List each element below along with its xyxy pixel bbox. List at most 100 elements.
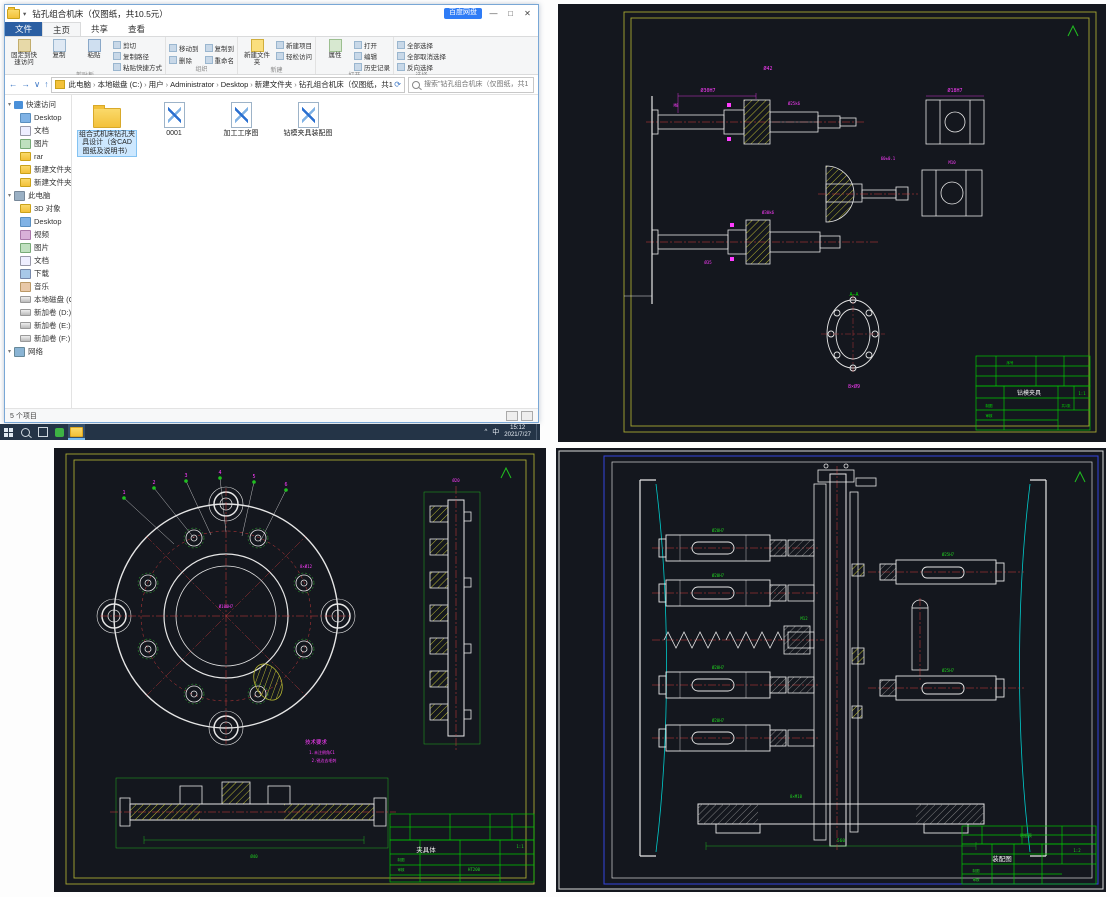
file-item[interactable]: 加工工序图 [211, 102, 271, 157]
sidebar-item[interactable]: rar [5, 150, 71, 163]
cad-annotation-text: 装配图 [992, 854, 1012, 863]
edit-button[interactable]: 编辑 [354, 51, 390, 61]
file-item[interactable]: 钻模夹具装配图 [278, 102, 338, 157]
cad-annotation-text: Ø25H7 [942, 668, 955, 673]
search-box[interactable] [408, 76, 534, 93]
sidebar-item[interactable]: 图片 [5, 241, 71, 254]
sidebar-item-icon [20, 178, 31, 187]
sidebar-item[interactable]: 网络 [5, 345, 71, 358]
breadcrumb-item[interactable]: Desktop › [221, 79, 255, 90]
paste-shortcut-button[interactable]: 粘贴快捷方式 [113, 62, 162, 72]
cad-annotation-text: 制图 [398, 857, 406, 862]
ribbon-tab[interactable]: 查看 [118, 22, 155, 36]
sidebar-item[interactable]: 文档 [5, 254, 71, 267]
cad-drawing-assembly: Ø20H7 Ø20H7 M12 Ø25H7 Ø25H7 Ø20H7 Ø20H7 8×M10 56… [556, 448, 1106, 892]
refresh-icon[interactable]: ⟳ [394, 80, 401, 89]
side-view [423, 486, 481, 750]
qat-menu-icon[interactable]: ▾ [23, 10, 26, 18]
window-title: 钻孔组合机床（仅图纸，共10.5元） [32, 8, 168, 19]
sidebar-item[interactable]: 此电脑 [5, 189, 71, 202]
sidebar-item[interactable]: 音乐 [5, 280, 71, 293]
breadcrumb-item[interactable]: 用户 › [149, 79, 171, 90]
maximize-button[interactable]: □ [502, 6, 519, 21]
rename-icon [204, 55, 213, 64]
taskbar-search-button[interactable] [17, 424, 34, 440]
invert-selection-button[interactable]: 反向选择 [397, 62, 446, 72]
back-button[interactable]: ← [9, 79, 18, 90]
sidebar-item[interactable]: 新加卷 (E:) [5, 319, 71, 332]
breadcrumb-item[interactable]: 此电脑 › [68, 79, 97, 90]
sidebar-item[interactable]: 下载 [5, 267, 71, 280]
taskbar-app-button[interactable] [51, 424, 68, 440]
cut-button[interactable]: 剪切 [113, 40, 162, 50]
cad-annotation-text: HT200 [468, 867, 481, 872]
sidebar-item[interactable]: 本地磁盘 (C:) [5, 293, 71, 306]
sidebar-item[interactable]: Desktop [5, 111, 71, 124]
window-system-icon [7, 6, 20, 19]
file-item[interactable]: 组合式机床钻孔夹具设计（含CAD图纸及说明书） [77, 102, 137, 158]
cad-annotation-text: 1.未注倒角C1 [309, 749, 335, 755]
copy-to-button[interactable]: 复制到 [204, 43, 234, 53]
show-desktop-button[interactable] [536, 424, 540, 440]
easy-access-icon [276, 52, 284, 60]
taskbar-clock[interactable]: 15:12 2021/7/27 [504, 425, 531, 438]
copy-path-button[interactable]: 复制路径 [113, 51, 162, 61]
close-button[interactable]: ✕ [519, 6, 536, 21]
new-item-button[interactable]: 新建项目 [276, 40, 312, 50]
ribbon-tab[interactable]: 主页 [42, 22, 82, 36]
copy-button[interactable]: 复制 [43, 38, 75, 60]
view-details-icon[interactable] [506, 410, 518, 421]
search-input[interactable] [422, 80, 530, 89]
breadcrumb-item[interactable]: Administrator › [170, 79, 221, 90]
sidebar-item[interactable]: 3D 对象 [5, 202, 71, 215]
breadcrumb-item[interactable]: 本地磁盘 (C:) › [97, 79, 148, 90]
sidebar-item[interactable]: 新加卷 (F:) [5, 332, 71, 345]
taskbar-file-explorer-button[interactable] [68, 424, 85, 440]
sidebar-item[interactable]: 新建文件夹 (2) [5, 176, 71, 189]
cad-annotation-text: Ø20H7 [712, 718, 725, 723]
address-bar[interactable]: 此电脑 › 本地磁盘 (C:) › 用户 › Administrator › Desktop › 新… [51, 76, 405, 93]
breadcrumb-item[interactable]: 钻孔组合机床（仅图纸，共10.5元）› [299, 79, 394, 90]
ime-indicator[interactable]: 中 [492, 427, 499, 437]
view-thumbnails-icon[interactable] [521, 410, 533, 421]
netdisk-button[interactable]: 百度网盘 [444, 8, 482, 19]
paste-button[interactable]: 粘贴 [78, 38, 110, 60]
minimize-button[interactable]: — [485, 6, 502, 21]
sidebar-item[interactable]: 文档 [5, 124, 71, 137]
tray-expand-icon[interactable]: ^ [484, 429, 487, 435]
sidebar-item[interactable]: 新加卷 (D:) [5, 306, 71, 319]
rename-button[interactable]: 重命名 [204, 55, 234, 65]
sidebar-item-icon [20, 112, 31, 123]
forward-button[interactable]: → [22, 79, 31, 90]
cut-icon [113, 41, 121, 49]
cad-annotation-text: Ø30k6 [762, 210, 775, 215]
easy-access-button[interactable]: 轻松访问 [276, 51, 312, 61]
sidebar-item[interactable]: 新建文件夹 [5, 163, 71, 176]
delete-button[interactable]: 删除 [169, 55, 199, 65]
window-controls: — □ ✕ [485, 6, 536, 21]
move-to-button[interactable]: 移动到 [169, 43, 199, 53]
properties-button[interactable]: 属性 [319, 38, 351, 60]
sidebar-item[interactable]: 视频 [5, 228, 71, 241]
select-none-button[interactable]: 全部取消选择 [397, 51, 446, 61]
sidebar-item[interactable]: 快速访问 [5, 98, 71, 111]
new-folder-button[interactable]: 新建文件夹 [241, 38, 273, 67]
recent-locations-dropdown[interactable]: ∨ [34, 79, 40, 90]
quick-access-toolbar[interactable]: ▾ [23, 10, 26, 18]
right-spindle-unit-2 [868, 675, 1024, 701]
ribbon-tab[interactable]: 文件 [5, 22, 43, 36]
select-all-button[interactable]: 全部选择 [397, 40, 446, 50]
sidebar-item[interactable]: 图片 [5, 137, 71, 150]
start-button[interactable] [0, 424, 17, 440]
navigation-pane: 快速访问 Desktop 文档 [5, 95, 72, 408]
select-none-icon [397, 52, 405, 60]
pin-to-quick-access-button[interactable]: 固定到快速访问 [8, 38, 40, 67]
open-button[interactable]: 打开 [354, 40, 390, 50]
file-item[interactable]: 0001 [144, 102, 204, 157]
task-view-button[interactable] [34, 424, 51, 440]
up-button[interactable]: ↑ [44, 79, 48, 90]
history-button[interactable]: 历史记录 [354, 62, 390, 72]
breadcrumb-item[interactable]: 新建文件夹 › [255, 79, 299, 90]
ribbon-tab[interactable]: 共享 [81, 22, 118, 36]
sidebar-item[interactable]: Desktop [5, 215, 71, 228]
